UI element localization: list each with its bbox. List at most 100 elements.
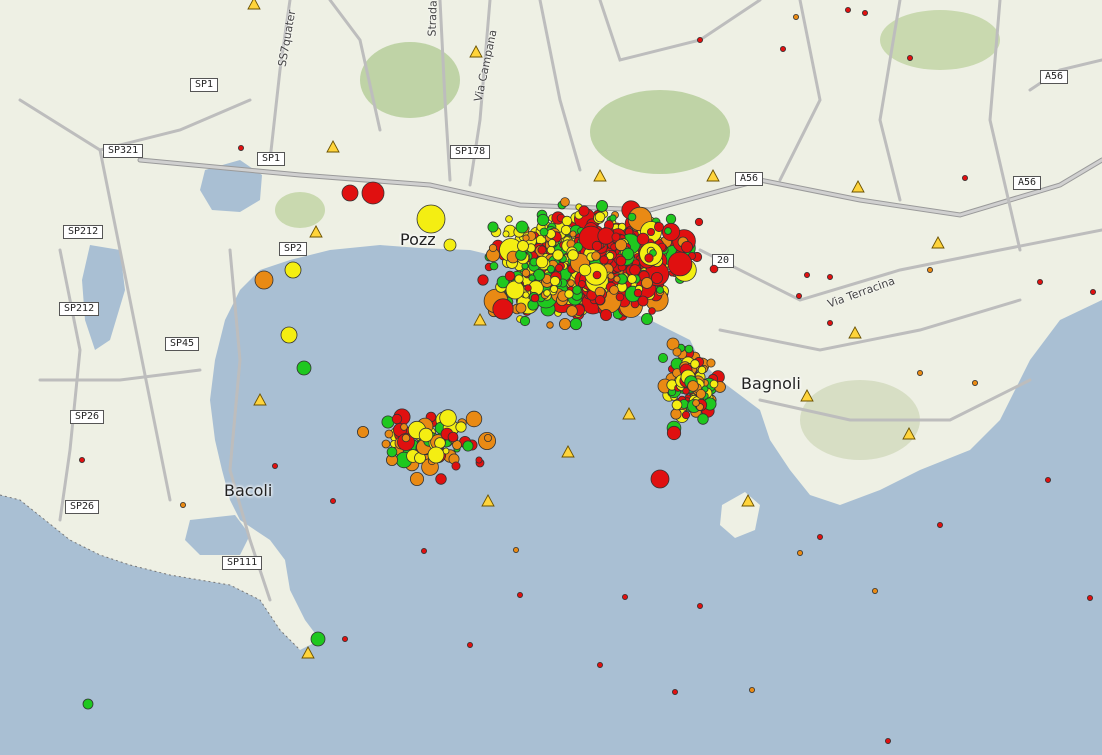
earthquake-marker[interactable] [489,261,499,271]
earthquake-marker[interactable] [709,379,719,389]
earthquake-marker[interactable] [271,462,278,469]
seismic-station-triangle-icon[interactable] [469,45,483,58]
earthquake-marker[interactable] [492,298,514,320]
earthquake-marker[interactable] [310,631,326,647]
earthquake-marker[interactable] [515,220,529,234]
earthquake-marker[interactable] [435,473,447,485]
earthquake-marker[interactable] [672,689,679,696]
seismic-station-triangle-icon[interactable] [706,169,720,182]
earthquake-marker[interactable] [665,213,677,225]
earthquake-marker[interactable] [416,204,446,234]
seismic-station-triangle-icon[interactable] [561,445,575,458]
earthquake-marker[interactable] [569,230,577,238]
earthquake-marker[interactable] [391,413,403,425]
earthquake-marker[interactable] [872,588,879,595]
earthquake-marker[interactable] [466,642,473,649]
earthquake-marker[interactable] [622,594,629,601]
earthquake-marker[interactable] [827,319,834,326]
earthquake-marker[interactable] [341,636,348,643]
earthquake-marker[interactable] [658,352,669,363]
seismic-station-triangle-icon[interactable] [326,140,340,153]
earthquake-marker[interactable] [827,273,834,280]
seismic-station-triangle-icon[interactable] [481,494,495,507]
earthquake-marker[interactable] [560,224,572,236]
earthquake-marker[interactable] [644,253,654,263]
earthquake-marker[interactable] [780,46,787,53]
earthquake-marker[interactable] [522,234,530,242]
seismic-station-triangle-icon[interactable] [473,313,487,326]
earthquake-marker[interactable] [462,440,474,452]
earthquake-marker[interactable] [664,227,672,235]
earthquake-marker[interactable] [796,292,803,299]
earthquake-marker[interactable] [597,662,604,669]
earthquake-marker[interactable] [1087,595,1094,602]
earthquake-marker[interactable] [409,471,424,486]
seismic-station-triangle-icon[interactable] [622,407,636,420]
earthquake-marker[interactable] [439,409,457,427]
earthquake-marker[interactable] [627,212,637,222]
earthquake-marker[interactable] [667,251,693,277]
seismic-station-triangle-icon[interactable] [593,169,607,182]
earthquake-marker[interactable] [697,37,704,44]
earthquake-marker[interactable] [401,433,411,443]
earthquake-marker[interactable] [560,197,570,207]
earthquake-marker[interactable] [386,446,398,458]
earthquake-marker[interactable] [607,272,615,280]
earthquake-marker[interactable] [641,277,653,289]
earthquake-marker[interactable] [596,199,609,212]
earthquake-marker[interactable] [817,534,824,541]
seismic-station-triangle-icon[interactable] [741,494,755,507]
earthquake-marker[interactable] [550,284,559,293]
earthquake-marker[interactable] [559,317,572,330]
earthquake-marker[interactable] [477,274,489,286]
earthquake-marker[interactable] [671,399,683,411]
earthquake-marker[interactable] [651,271,664,284]
earthquake-marker[interactable] [611,232,621,242]
earthquake-marker[interactable] [564,289,574,299]
earthquake-marker[interactable] [670,408,682,420]
earthquake-marker[interactable] [555,263,564,272]
earthquake-marker[interactable] [79,456,86,463]
earthquake-marker[interactable] [82,698,94,710]
seismic-station-triangle-icon[interactable] [851,180,865,193]
earthquake-marker[interactable] [515,302,527,314]
earthquake-marker[interactable] [696,388,707,399]
seismic-station-triangle-icon[interactable] [848,326,862,339]
earthquake-marker[interactable] [592,270,602,280]
earthquake-marker[interactable] [591,240,603,252]
seismic-station-triangle-icon[interactable] [902,427,916,440]
earthquake-marker[interactable] [427,446,445,464]
earthquake-marker[interactable] [561,215,573,227]
earthquake-marker[interactable] [972,379,979,386]
seismic-station-triangle-icon[interactable] [931,236,945,249]
earthquake-marker[interactable] [697,365,707,375]
earthquake-marker[interactable] [505,215,513,223]
earthquake-marker[interactable] [681,410,691,420]
earthquake-marker[interactable] [521,268,531,278]
earthquake-marker[interactable] [567,249,579,261]
earthquake-marker[interactable] [804,271,811,278]
earthquake-marker[interactable] [600,308,613,321]
earthquake-marker[interactable] [613,275,621,283]
earthquake-marker[interactable] [504,270,516,282]
earthquake-marker[interactable] [475,456,483,464]
earthquake-marker[interactable] [420,548,427,555]
earthquake-marker[interactable] [356,425,369,438]
earthquake-marker[interactable] [1037,278,1044,285]
earthquake-marker[interactable] [609,285,619,295]
earthquake-marker[interactable] [502,230,510,238]
earthquake-marker[interactable] [697,603,704,610]
seismicity-map[interactable]: SS7quater Stradale Via Campana Via Terra… [0,0,1102,755]
earthquake-marker[interactable] [907,55,914,62]
earthquake-marker[interactable] [517,592,524,599]
earthquake-marker[interactable] [179,501,186,508]
earthquake-marker[interactable] [609,214,617,222]
seismic-station-triangle-icon[interactable] [301,646,315,659]
earthquake-marker[interactable] [329,497,336,504]
earthquake-marker[interactable] [524,284,532,292]
seismic-station-triangle-icon[interactable] [800,389,814,402]
earthquake-marker[interactable] [594,211,606,223]
earthquake-marker[interactable] [666,425,682,441]
earthquake-marker[interactable] [381,439,391,449]
earthquake-marker[interactable] [569,317,583,331]
